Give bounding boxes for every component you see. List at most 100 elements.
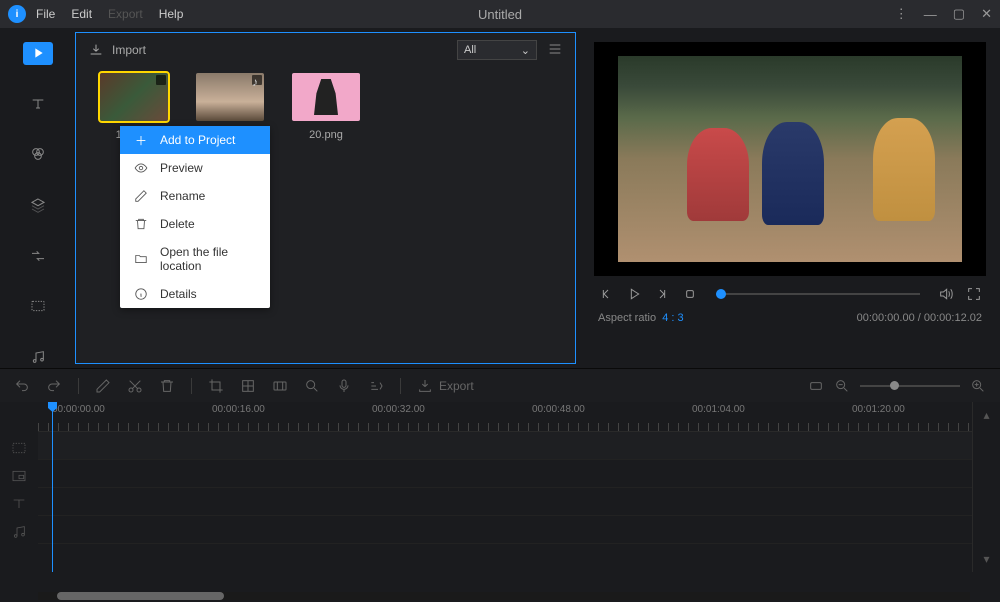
undo-button[interactable] <box>14 378 30 394</box>
list-view-icon[interactable] <box>547 41 563 60</box>
minimize-button[interactable]: — <box>924 7 937 22</box>
timeline-ruler[interactable]: 00:00:00.00 00:00:16.00 00:00:32.00 00:0… <box>38 402 972 432</box>
context-menu: ＋ Add to Project Preview Rename <box>120 126 270 308</box>
app-logo-icon: i <box>8 5 26 23</box>
import-button[interactable]: Import <box>88 42 146 58</box>
timeline-zoom <box>808 378 986 394</box>
left-tool-rail <box>0 28 75 368</box>
scroll-up-icon[interactable]: ▴ <box>983 408 989 422</box>
scroll-down-icon[interactable]: ▾ <box>983 552 989 566</box>
plus-icon: ＋ <box>134 133 148 147</box>
preview-viewport[interactable] <box>594 42 986 276</box>
menu-export[interactable]: Export <box>108 7 143 21</box>
ctx-details[interactable]: Details <box>120 280 270 308</box>
freeze-button[interactable] <box>272 378 288 394</box>
ctx-delete[interactable]: Delete <box>120 210 270 238</box>
separator <box>400 378 401 394</box>
ctx-item-label: Add to Project <box>160 133 235 147</box>
crop-button[interactable] <box>208 378 224 394</box>
zoom-slider[interactable] <box>860 385 960 387</box>
ruler-tick: 00:01:04.00 <box>692 404 745 415</box>
edit-button[interactable] <box>95 378 111 394</box>
zoom-tool-button[interactable] <box>304 378 320 394</box>
time-total: 00:00:12.02 <box>924 312 982 324</box>
timeline-vscroll: ▴ ▾ <box>972 402 1000 572</box>
video-track-icon[interactable] <box>0 434 38 462</box>
kebab-icon[interactable]: ⋮ <box>895 6 908 22</box>
music-tab-icon[interactable] <box>26 345 50 368</box>
media-item[interactable]: 20.png <box>292 73 360 141</box>
timeline-hscroll[interactable] <box>38 592 970 600</box>
menu-help[interactable]: Help <box>159 7 184 21</box>
ctx-open-location[interactable]: Open the file location <box>120 238 270 280</box>
ctx-rename[interactable]: Rename <box>120 182 270 210</box>
menu-edit[interactable]: Edit <box>71 7 92 21</box>
prev-frame-button[interactable] <box>598 286 614 302</box>
ctx-item-label: Preview <box>160 161 203 175</box>
zoom-handle[interactable] <box>890 381 899 390</box>
pencil-icon <box>134 189 148 203</box>
export-button[interactable]: Export <box>417 378 474 394</box>
cut-button[interactable] <box>127 378 143 394</box>
track-row-video[interactable] <box>38 432 972 460</box>
close-button[interactable]: ✕ <box>981 6 992 22</box>
audio-track-icon[interactable] <box>0 518 38 546</box>
import-label: Import <box>112 43 146 57</box>
track-row-audio[interactable] <box>38 516 972 544</box>
main-area: Import All ⌄ 198843 ♪ 20.png <box>0 28 1000 368</box>
playhead[interactable] <box>52 402 53 572</box>
fit-button[interactable] <box>808 378 824 394</box>
maximize-button[interactable]: ▢ <box>953 6 965 22</box>
ctx-item-label: Delete <box>160 217 195 231</box>
fullscreen-icon[interactable] <box>966 286 982 302</box>
redo-button[interactable] <box>46 378 62 394</box>
mosaic-button[interactable] <box>240 378 256 394</box>
overlays-tab-icon[interactable] <box>26 194 50 217</box>
time-current: 00:00:00.00 <box>857 312 915 324</box>
play-button[interactable] <box>626 286 642 302</box>
text-track-icon[interactable] <box>0 490 38 518</box>
zoom-in-button[interactable] <box>970 378 986 394</box>
menu-file[interactable]: File <box>36 7 55 21</box>
scrubber-handle[interactable] <box>716 289 726 299</box>
ruler-tick: 00:00:32.00 <box>372 404 425 415</box>
speed-button[interactable] <box>368 378 384 394</box>
info-icon <box>134 287 148 301</box>
text-tab-icon[interactable] <box>26 93 50 116</box>
zoom-out-button[interactable] <box>834 378 850 394</box>
preview-info: Aspect ratio 4 : 3 00:00:00.00 / 00:00:1… <box>594 308 986 332</box>
filters-tab-icon[interactable] <box>26 143 50 166</box>
media-thumbnail[interactable]: ♪ <box>196 73 264 121</box>
filter-dropdown[interactable]: All ⌄ <box>457 40 537 60</box>
delete-button[interactable] <box>159 378 175 394</box>
media-thumbnail[interactable] <box>100 73 168 121</box>
ruler-tick: 00:00:00.00 <box>52 404 105 415</box>
media-tab-icon[interactable] <box>23 42 53 65</box>
ctx-item-label: Open the file location <box>160 245 256 273</box>
volume-icon[interactable] <box>938 286 954 302</box>
elements-tab-icon[interactable] <box>26 295 50 318</box>
track-row-text[interactable] <box>38 488 972 516</box>
chevron-down-icon: ⌄ <box>521 44 530 57</box>
preview-controls <box>594 276 986 308</box>
folder-icon <box>134 252 148 266</box>
ctx-preview[interactable]: Preview <box>120 154 270 182</box>
stop-button[interactable] <box>682 286 698 302</box>
aspect-ratio-value[interactable]: 4 : 3 <box>662 312 683 324</box>
media-panel: Import All ⌄ 198843 ♪ 20.png <box>75 32 576 364</box>
filter-value: All <box>464 44 476 56</box>
track-labels <box>0 402 38 572</box>
voiceover-button[interactable] <box>336 378 352 394</box>
ctx-item-label: Details <box>160 287 197 301</box>
ctx-add-to-project[interactable]: ＋ Add to Project <box>120 126 270 154</box>
separator <box>191 378 192 394</box>
timeline-toolbar: Export <box>0 368 1000 402</box>
transitions-tab-icon[interactable] <box>26 244 50 267</box>
pip-track-icon[interactable] <box>0 462 38 490</box>
next-frame-button[interactable] <box>654 286 670 302</box>
track-area[interactable]: 00:00:00.00 00:00:16.00 00:00:32.00 00:0… <box>38 402 972 572</box>
scrollbar-thumb[interactable] <box>57 592 225 600</box>
preview-scrubber[interactable] <box>716 293 920 295</box>
media-thumbnail[interactable] <box>292 73 360 121</box>
track-row-pip[interactable] <box>38 460 972 488</box>
